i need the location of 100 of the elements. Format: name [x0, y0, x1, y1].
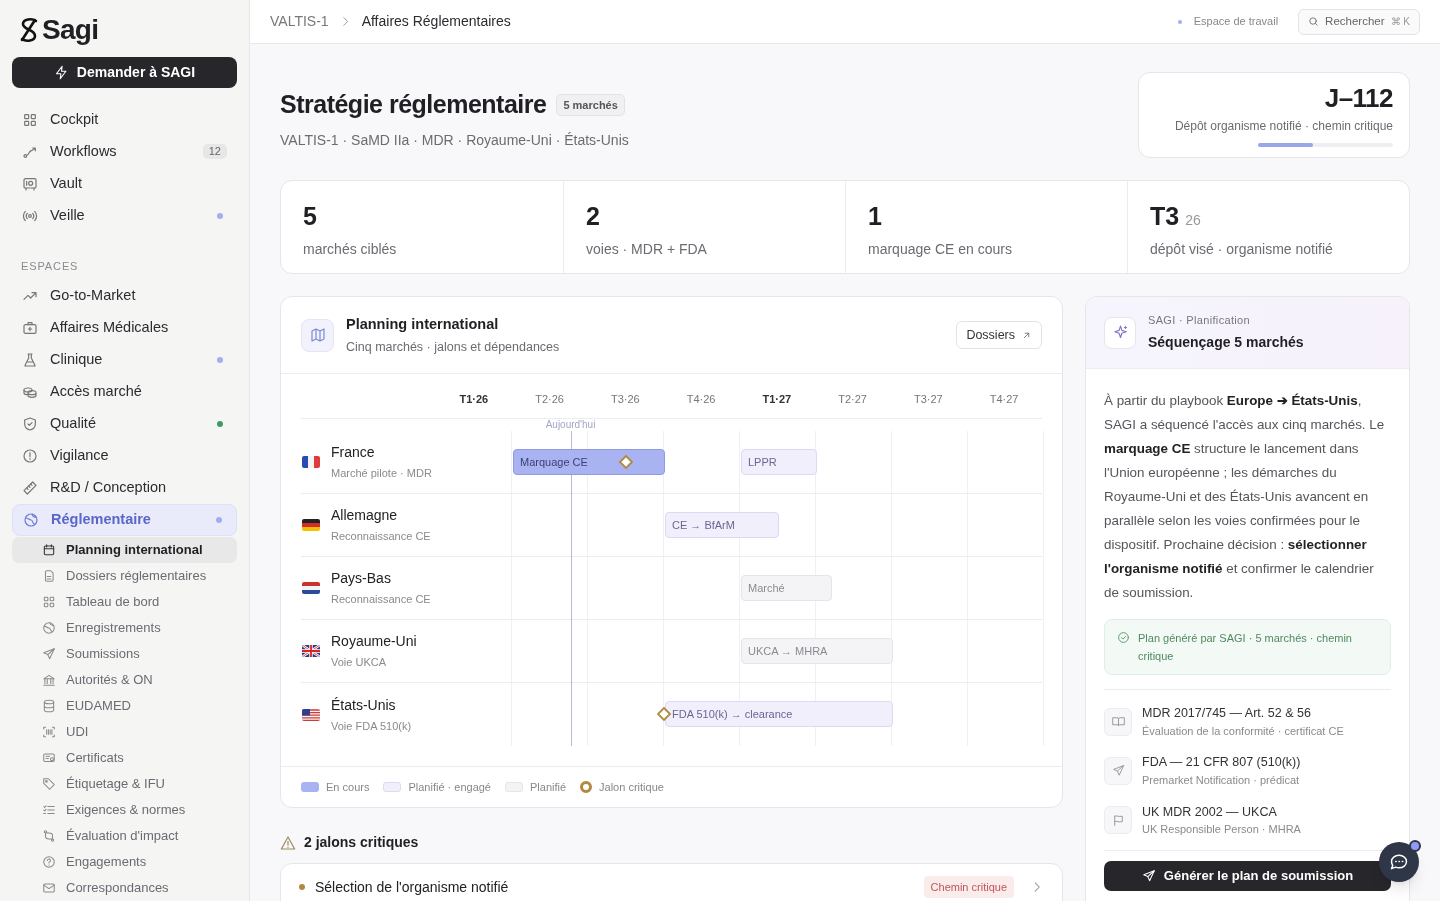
sidebar-item[interactable]: Réglementaire: [12, 504, 237, 536]
sidebar-subitem[interactable]: EUDAMED: [12, 693, 237, 719]
sidebar-item[interactable]: Veille: [12, 199, 237, 232]
sidebar-subitem[interactable]: UDI: [12, 719, 237, 745]
sidebar-subitem[interactable]: Planning international: [12, 537, 237, 563]
branch-icon: [42, 829, 56, 843]
legend-label: Planifié · engagé: [408, 779, 491, 795]
ask-button[interactable]: Demander à SAGI: [12, 56, 237, 88]
coins-icon: [22, 384, 38, 400]
critical-badge: Chemin critique: [923, 875, 1014, 899]
stat-label: marchés ciblés: [303, 240, 398, 259]
timeline-bar[interactable]: FDA 510(k) → clearance: [665, 701, 893, 727]
sidebar-item[interactable]: Cockpit: [12, 103, 237, 136]
country-note: Reconnaissance CE: [331, 529, 431, 545]
sidebar-subitem[interactable]: Dossiers réglementaires: [12, 563, 237, 589]
sidebar-subitem[interactable]: Enregistrements: [12, 615, 237, 641]
stat-value: T3: [1150, 201, 1180, 231]
milestone-title: Sélection de l'organisme notifié: [315, 877, 510, 897]
sidebar-item[interactable]: Qualité: [12, 408, 237, 440]
sidebar-item[interactable]: Workflows 12: [12, 135, 237, 168]
send-icon: [1141, 868, 1156, 883]
sidebar-item[interactable]: Clinique: [12, 344, 237, 376]
sidebar-subitem[interactable]: Correspondances: [12, 875, 237, 901]
country-note: Marché pilote · MDR: [331, 466, 432, 482]
sidebar-subitem[interactable]: Évaluation d'impact: [12, 823, 237, 849]
sidebar-item[interactable]: Affaires Médicales: [12, 312, 237, 344]
timeline-bar[interactable]: Marquage CE: [513, 449, 665, 475]
stat-label: marquage CE en cours: [868, 240, 1013, 259]
sidebar-subitem[interactable]: Tableau de bord: [12, 589, 237, 615]
logo: Sagi: [42, 16, 99, 45]
panel-eyebrow: SAGI · Planification: [1148, 313, 1251, 329]
sidebar-subitem[interactable]: Soumissions: [12, 641, 237, 667]
quarter-label: T3·27: [913, 391, 944, 407]
medical-kit-icon: [22, 320, 38, 336]
certificate-icon: [42, 751, 56, 765]
reference-item[interactable]: MDR 2017/745 — Art. 52 & 56 Évaluation de la conformité · certificat CE: [1104, 704, 1391, 740]
help-icon: [42, 855, 56, 869]
timeline-bar[interactable]: CE → BfArM: [665, 512, 779, 538]
panel-title: Séquençage 5 marchés: [1148, 332, 1304, 352]
logo-icon: [18, 17, 40, 44]
flag-icon: [302, 519, 320, 531]
generate-button[interactable]: Générer le plan de soumission: [1104, 860, 1391, 891]
flag-icon: [302, 456, 320, 468]
sidebar-item[interactable]: Accès marché: [12, 376, 237, 408]
section-title: 2 jalons critiques: [304, 833, 419, 852]
breadcrumb-link[interactable]: VALTIS-1: [270, 11, 329, 32]
count-badge: 5 marchés: [556, 93, 625, 116]
legend-swatch: [383, 782, 402, 792]
reference-title: FDA — 21 CFR 807 (510(k)): [1142, 754, 1301, 772]
dossiers-button[interactable]: Dossiers: [956, 321, 1042, 349]
card-title: Planning international: [346, 314, 500, 334]
ruler-icon: [22, 480, 38, 496]
search-button[interactable]: Rechercher ⌘ K: [1298, 8, 1420, 35]
quarter-label: T2·27: [837, 391, 868, 407]
sidebar-item[interactable]: R&D / Conception: [12, 472, 237, 504]
map-icon: [301, 318, 334, 352]
countdown-label: Dépôt organisme notifié · chemin critique: [1174, 118, 1393, 135]
stat-value: 1: [868, 201, 882, 231]
checklist-icon: [42, 803, 56, 817]
grid-icon: [22, 111, 38, 128]
reference-subtitle: UK Responsible Person · MHRA: [1142, 822, 1301, 838]
quarter-label: T2·26: [534, 391, 565, 407]
sidebar-subitem[interactable]: Étiquetage & IFU: [12, 771, 237, 797]
stat-label: voies · MDR + FDA: [586, 240, 708, 259]
sidebar-subitem[interactable]: Certificats: [12, 745, 237, 771]
timeline-bar[interactable]: Marché: [741, 575, 833, 601]
flask-icon: [22, 352, 38, 368]
breadcrumb-link[interactable]: Affaires Réglementaires: [361, 11, 511, 32]
sidebar-subitem[interactable]: Engagements: [12, 849, 237, 875]
reference-item[interactable]: UK MDR 2002 — UKCA UK Responsible Person · MHRA: [1104, 802, 1391, 838]
legend-label: En cours: [326, 779, 370, 795]
timeline-bar[interactable]: LPPR: [741, 449, 817, 475]
search-label: Rechercher: [1325, 13, 1385, 29]
timeline-bar[interactable]: UKCA → MHRA: [741, 638, 893, 664]
country-note: Reconnaissance CE: [331, 592, 431, 608]
barcode-icon: [42, 725, 56, 739]
globe-icon: [23, 512, 39, 528]
tag-icon: [42, 777, 56, 791]
flag-icon: [302, 708, 320, 721]
legend-swatch: [505, 782, 523, 792]
sidebar-subitem[interactable]: Autorités & ON: [12, 667, 237, 693]
country-name: États-Unis: [331, 695, 397, 715]
quarter-label: T3·26: [610, 391, 641, 407]
reference-title: UK MDR 2002 — UKCA: [1142, 803, 1278, 821]
mail-icon: [42, 881, 56, 895]
stat-suffix: 26: [1185, 211, 1201, 230]
sidebar-item[interactable]: Vigilance: [12, 440, 237, 472]
sidebar-item[interactable]: Go-to-Market: [12, 280, 237, 312]
database-icon: [42, 699, 56, 713]
sparkle-icon: [1104, 316, 1136, 349]
countdown-value: J–112: [1324, 83, 1393, 113]
sidebar-item[interactable]: Vault: [12, 167, 237, 200]
reference-item[interactable]: FDA — 21 CFR 807 (510(k)) Premarket Notification · prédicat: [1104, 753, 1391, 789]
legend-swatch: [301, 782, 319, 792]
sidebar-subitem[interactable]: Exigences & normes: [12, 797, 237, 823]
flag-icon: [302, 582, 320, 594]
today-label: Aujourd'hui: [545, 419, 596, 431]
search-icon: [1308, 16, 1320, 27]
reference-subtitle: Évaluation de la conformité · certificat CE: [1142, 723, 1344, 739]
send-icon: [1111, 764, 1125, 778]
